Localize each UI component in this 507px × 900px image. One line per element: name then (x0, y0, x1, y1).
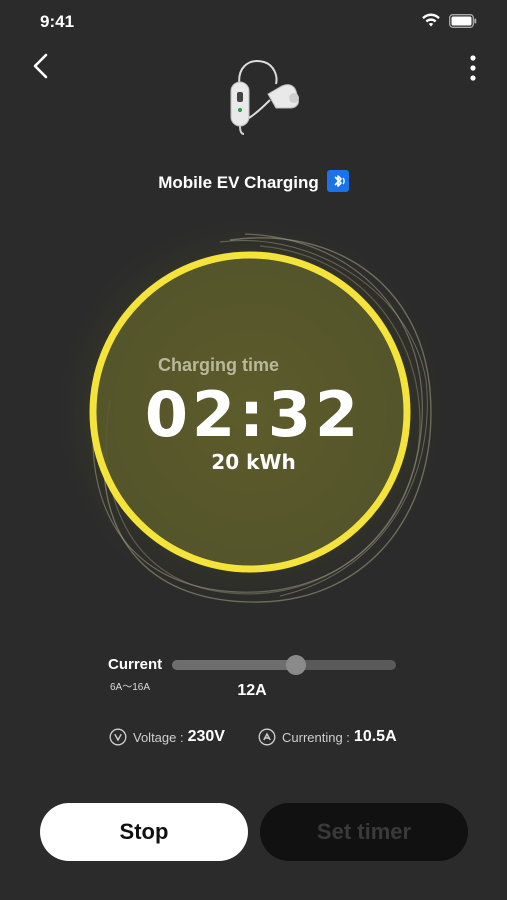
current-slider-fill (172, 660, 296, 670)
current-slider-thumb[interactable] (286, 655, 306, 675)
screen: 9:41 Mobile EV Charging Charging time 02… (0, 0, 507, 900)
charging-energy-value: 20 kWh (211, 450, 296, 474)
bluetooth-icon (326, 170, 349, 192)
currenting-value: 10.5A (353, 728, 397, 745)
voltage-label: Voltage : (133, 729, 184, 745)
currenting-label: Currenting : (282, 729, 350, 745)
charging-time-label: Charging time (158, 355, 280, 375)
current-slider[interactable] (172, 655, 396, 675)
voltage-value: 230V (187, 728, 225, 745)
stop-button[interactable]: Stop (40, 803, 248, 861)
status-icons (421, 13, 477, 28)
currenting-stat: Currenting : 10.5A (258, 728, 397, 746)
back-icon[interactable] (28, 52, 56, 80)
status-bar: 9:41 (0, 0, 507, 44)
current-label: Current (108, 656, 163, 673)
device-title: Mobile EV Charging (0, 170, 507, 193)
ev-charger-icon (230, 60, 299, 135)
battery-icon (449, 13, 477, 28)
current-value: 12A (237, 682, 267, 699)
set-timer-button[interactable]: Set timer (260, 803, 468, 861)
voltage-stat: Voltage : 230V (109, 728, 225, 746)
device-name: Mobile EV Charging (158, 173, 319, 192)
current-icon (258, 728, 276, 746)
status-time: 9:41 (40, 12, 75, 31)
wifi-icon (422, 13, 440, 27)
voltage-icon (109, 728, 127, 746)
ring-text: Charging time 02:32 20 kWh (0, 220, 507, 620)
charging-gauge: Charging time 02:32 20 kWh (0, 212, 507, 620)
current-range: 6A～16A (110, 682, 151, 693)
more-options-icon[interactable] (465, 52, 481, 84)
charging-time-value: 02:32 (144, 378, 363, 451)
stats-row: Voltage : 230V Currenting : 10.5A (0, 728, 507, 752)
